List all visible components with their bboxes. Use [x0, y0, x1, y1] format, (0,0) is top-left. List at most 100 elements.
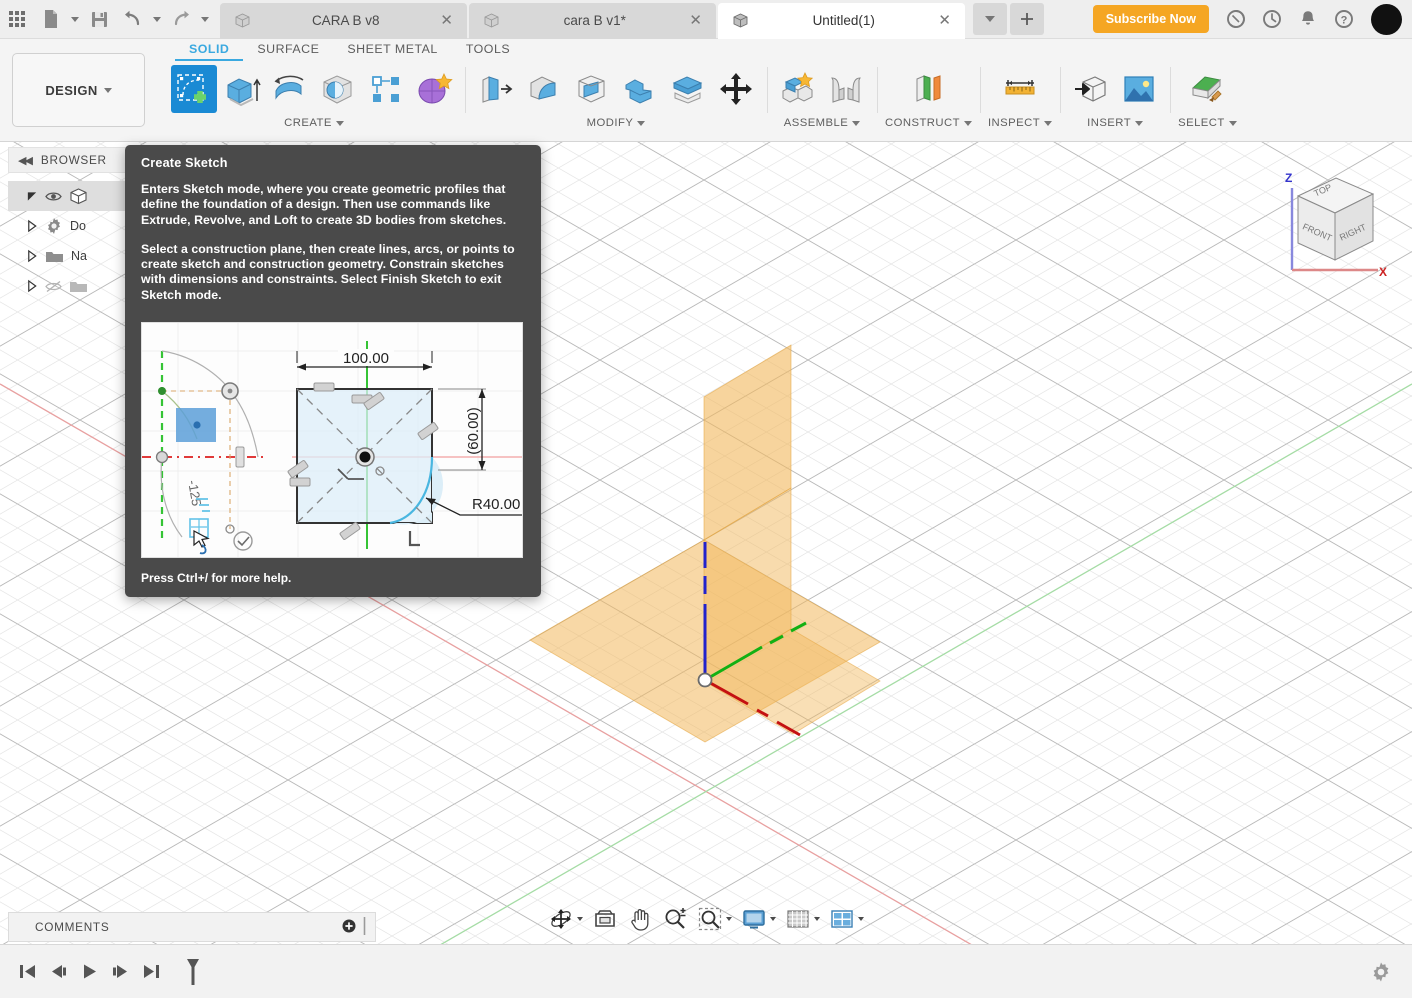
- press-pull-icon[interactable]: [473, 65, 519, 113]
- save-icon[interactable]: [82, 0, 116, 38]
- timeline-step-back-button[interactable]: [43, 955, 74, 989]
- panel-label-select[interactable]: SELECT: [1178, 117, 1237, 129]
- document-tabs: CARA B v8 ✕ cara B v1* ✕ Untitled(1) ✕: [220, 0, 967, 39]
- offset-face-icon[interactable]: [665, 65, 711, 113]
- nav-grid-snaps[interactable]: [781, 903, 824, 935]
- timeline-settings-gear-icon[interactable]: [1362, 953, 1400, 991]
- ribbon-tab-sheet-metal[interactable]: SHEET METAL: [333, 39, 451, 61]
- panel-label-create[interactable]: CREATE: [284, 117, 344, 129]
- timeline-play-button[interactable]: [74, 955, 105, 989]
- tooltip-paragraph-1: Enters Sketch mode, where you create geo…: [141, 182, 507, 227]
- add-comment-icon[interactable]: [342, 919, 356, 936]
- chevron-down-icon[interactable]: [770, 917, 776, 921]
- tab-overflow-chevron-down-icon[interactable]: [973, 3, 1007, 35]
- tab-close-icon[interactable]: ✕: [689, 13, 702, 28]
- disclosure-collapsed-icon[interactable]: [26, 249, 38, 263]
- joint-icon[interactable]: [823, 65, 869, 113]
- subscribe-now-button[interactable]: Subscribe Now: [1092, 5, 1209, 33]
- panel-label-text: SELECT: [1178, 117, 1225, 129]
- disclosure-expanded-icon[interactable]: [26, 190, 38, 203]
- move-copy-icon[interactable]: [713, 65, 759, 113]
- nav-orbit[interactable]: [544, 903, 587, 935]
- visibility-hidden-eye-icon[interactable]: [45, 280, 62, 293]
- extensions-icon[interactable]: [1219, 0, 1253, 38]
- select-paint-icon[interactable]: [1184, 65, 1230, 113]
- visibility-eye-icon[interactable]: [45, 190, 62, 203]
- offset-plane-icon[interactable]: [905, 65, 951, 113]
- zoom-window-icon: [697, 906, 723, 932]
- orbit-icon: [548, 906, 574, 932]
- fillet-icon[interactable]: [521, 65, 567, 113]
- panel-label-construct[interactable]: CONSTRUCT: [885, 117, 972, 129]
- ribbon-tab-tools[interactable]: TOOLS: [452, 39, 524, 61]
- panel-label-insert[interactable]: INSERT: [1087, 117, 1144, 129]
- timeline-go-to-end-button[interactable]: [136, 955, 167, 989]
- disclosure-collapsed-icon[interactable]: [26, 219, 38, 233]
- comments-bar[interactable]: COMMENTS: [8, 912, 376, 942]
- chevron-down-icon[interactable]: [858, 917, 864, 921]
- panel-label-assemble[interactable]: ASSEMBLE: [784, 117, 861, 129]
- chevron-down-icon: [1135, 120, 1144, 126]
- illus-height-label: (60.00): [465, 407, 482, 455]
- new-component-icon[interactable]: [775, 65, 821, 113]
- grid-apps-icon[interactable]: [0, 0, 34, 38]
- chevron-down-icon[interactable]: [814, 917, 820, 921]
- insert-derive-icon[interactable]: [1068, 65, 1114, 113]
- new-file-caret-icon[interactable]: [68, 0, 82, 38]
- measure-icon[interactable]: [997, 65, 1043, 113]
- timeline-step-forward-button[interactable]: [105, 955, 136, 989]
- collapse-left-icon[interactable]: ◀◀: [18, 154, 33, 167]
- undo-icon[interactable]: [116, 0, 150, 38]
- redo-caret-icon[interactable]: [198, 0, 212, 38]
- undo-caret-icon[interactable]: [150, 0, 164, 38]
- timeline-go-to-beginning-button[interactable]: [12, 955, 43, 989]
- document-tab-1[interactable]: cara B v1* ✕: [469, 2, 716, 39]
- workspace-switcher-button[interactable]: DESIGN: [12, 53, 145, 127]
- chevron-down-icon[interactable]: [726, 917, 732, 921]
- document-tab-0[interactable]: CARA B v8 ✕: [220, 2, 467, 39]
- notifications-bell-icon[interactable]: [1291, 0, 1325, 38]
- nav-zoom-window[interactable]: [693, 903, 736, 935]
- panel-label-inspect[interactable]: INSPECT: [987, 117, 1053, 129]
- help-icon[interactable]: ?: [1327, 0, 1361, 38]
- user-avatar[interactable]: [1371, 3, 1402, 35]
- panel-label-modify[interactable]: MODIFY: [587, 117, 646, 129]
- extrude-icon[interactable]: [219, 65, 265, 113]
- chevron-down-icon[interactable]: [577, 917, 583, 921]
- revolve-icon[interactable]: [267, 65, 313, 113]
- combine-icon[interactable]: [617, 65, 663, 113]
- nav-zoom[interactable]: [658, 903, 692, 935]
- tab-close-icon[interactable]: ✕: [938, 13, 951, 28]
- document-tab-label: cara B v1*: [563, 13, 626, 28]
- resize-handle-icon[interactable]: [362, 916, 367, 938]
- workspace-label: DESIGN: [45, 82, 98, 98]
- disclosure-collapsed-icon[interactable]: [26, 279, 38, 293]
- sphere-icon[interactable]: [315, 65, 361, 113]
- pattern-icon[interactable]: [363, 65, 409, 113]
- new-file-icon[interactable]: [34, 0, 68, 38]
- illus-radius-label: R40.00: [472, 496, 520, 513]
- tab-close-icon[interactable]: ✕: [440, 13, 453, 28]
- nav-pan[interactable]: [623, 903, 657, 935]
- new-tab-plus-icon[interactable]: [1010, 3, 1044, 35]
- nav-display-settings[interactable]: [737, 903, 780, 935]
- ribbon-tab-surface[interactable]: SURFACE: [243, 39, 333, 61]
- document-tab-2[interactable]: Untitled(1) ✕: [718, 2, 965, 39]
- ribbon-tab-solid[interactable]: SOLID: [175, 39, 244, 61]
- illus-width-label: 100.00: [343, 350, 389, 367]
- create-sketch-icon[interactable]: [171, 65, 217, 113]
- canvas-image-icon[interactable]: [1116, 65, 1162, 113]
- redo-icon[interactable]: [164, 0, 198, 38]
- pan-hand-icon: [627, 906, 653, 932]
- svg-text:?: ?: [1341, 14, 1348, 26]
- nav-look-at[interactable]: [588, 903, 622, 935]
- form-icon[interactable]: [411, 65, 457, 113]
- origin-point: [697, 672, 713, 688]
- panel-label-text: INSPECT: [987, 117, 1041, 129]
- shell-icon[interactable]: [569, 65, 615, 113]
- nav-viewports[interactable]: [825, 903, 868, 935]
- job-status-clock-icon[interactable]: [1255, 0, 1289, 38]
- command-tooltip: Create Sketch Enters Sketch mode, where …: [125, 145, 541, 598]
- timeline-marker-icon[interactable]: [177, 955, 208, 989]
- view-cube[interactable]: Z X TOP FRONT RIGHT: [1260, 160, 1390, 285]
